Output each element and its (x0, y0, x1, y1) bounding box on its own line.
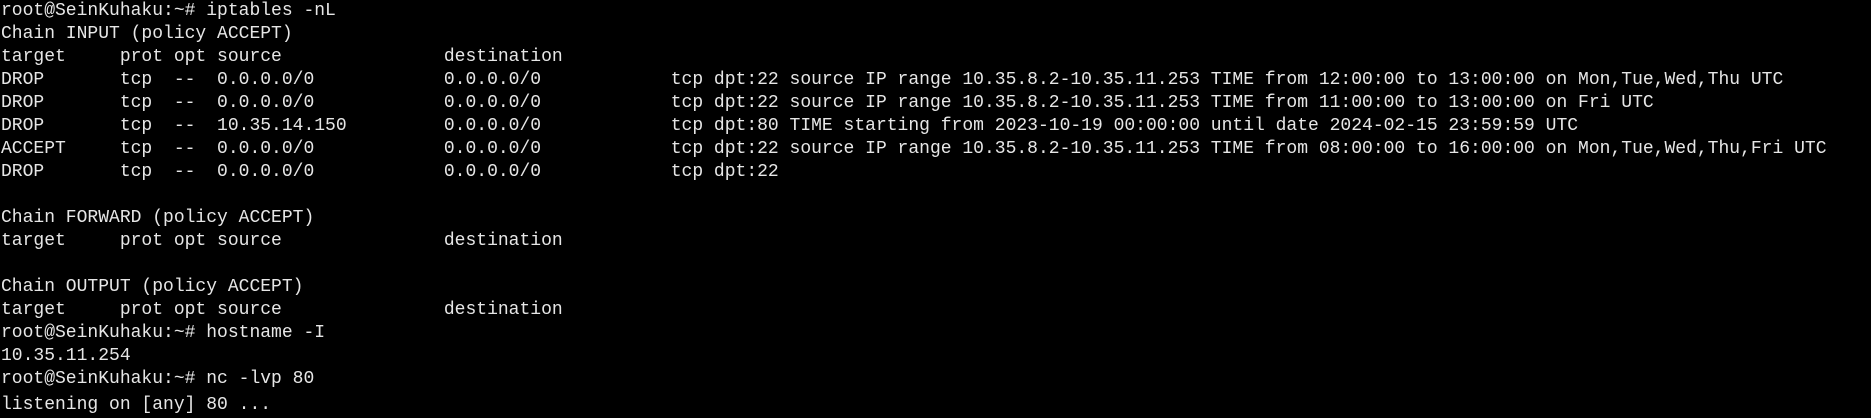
input-rule-4: ACCEPT tcp -- 0.0.0.0/0 0.0.0.0/0 tcp dp… (1, 139, 1827, 159)
prompt-line-iptables: root@SeinKuhaku:~# iptables -nL (1, 1, 336, 21)
input-rule-2: DROP tcp -- 0.0.0.0/0 0.0.0.0/0 tcp dpt:… (1, 93, 1654, 113)
column-headers-output: target prot opt source destination (1, 300, 563, 320)
chain-forward-header: Chain FORWARD (policy ACCEPT) (1, 208, 315, 228)
chain-output-header: Chain OUTPUT (policy ACCEPT) (1, 277, 304, 297)
input-rule-1: DROP tcp -- 0.0.0.0/0 0.0.0.0/0 tcp dpt:… (1, 70, 1784, 90)
hostname-output: 10.35.11.254 (1, 346, 131, 366)
nc-listening-output: listening on [any] 80 ... (1, 391, 1871, 415)
terminal-window[interactable]: root@SeinKuhaku:~# iptables -nL Chain IN… (0, 0, 1871, 418)
column-headers-forward: target prot opt source destination (1, 231, 563, 251)
input-rule-5: DROP tcp -- 0.0.0.0/0 0.0.0.0/0 tcp dpt:… (1, 162, 779, 182)
input-rule-3: DROP tcp -- 10.35.14.150 0.0.0.0/0 tcp d… (1, 116, 1579, 136)
chain-input-header: Chain INPUT (policy ACCEPT) (1, 24, 293, 44)
prompt-line-hostname: root@SeinKuhaku:~# hostname -I (1, 323, 326, 343)
prompt-line-nc: root@SeinKuhaku:~# nc -lvp 80 (1, 369, 315, 389)
column-headers-input: target prot opt source destination (1, 47, 563, 67)
terminal-cursor (271, 391, 281, 409)
